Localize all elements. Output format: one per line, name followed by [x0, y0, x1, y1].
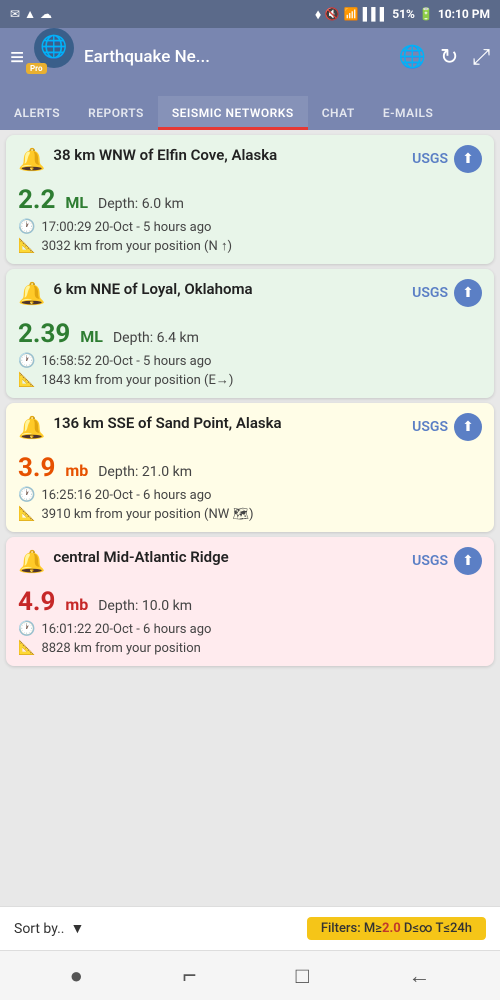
- time-display: 10:10 PM: [438, 7, 490, 21]
- distance-text: 1843 km from your position (E→): [41, 372, 233, 388]
- tab-chat[interactable]: CHAT: [308, 96, 369, 130]
- sort-dropdown-icon: ▼: [71, 920, 85, 937]
- tab-alerts[interactable]: ALERTS: [0, 96, 74, 130]
- earthquake-title: central Mid-Atlantic Ridge: [53, 548, 228, 568]
- distance-icon: 📐: [18, 238, 35, 254]
- home-nav-icon[interactable]: ●: [70, 963, 83, 989]
- signal-icon: ☁: [40, 7, 52, 21]
- back-nav-icon[interactable]: ←: [408, 963, 430, 989]
- filter-badge[interactable]: Filters: M≥2.0 D≤∞ T≤24h: [307, 917, 486, 940]
- earthquake-card: 🔔 136 km SSE of Sand Point, Alaska USGS …: [6, 403, 494, 532]
- location-icon: ⬧: [315, 7, 320, 22]
- globe-icon[interactable]: 🌐: [399, 45, 426, 70]
- distance-icon: 📐: [18, 640, 35, 656]
- filter-prefix: Filters: M≥: [321, 921, 382, 936]
- mute-icon: 🔇: [325, 7, 340, 21]
- filter-suffix: D≤∞ T≤24h: [401, 921, 472, 936]
- earthquake-card: 🔔 6 km NNE of Loyal, Oklahoma USGS ⬆ 2.3…: [6, 269, 494, 398]
- refresh-icon[interactable]: ↻: [440, 45, 458, 70]
- share-button[interactable]: ⬆: [454, 413, 482, 441]
- time-text: 16:01:22 20-Oct - 6 hours ago: [41, 622, 211, 637]
- distance-icon: 📐: [18, 372, 35, 388]
- magnitude-value: 2.39: [18, 319, 70, 349]
- earthquake-card: 🔔 38 km WNW of Elfin Cove, Alaska USGS ⬆…: [6, 135, 494, 264]
- menu-icon[interactable]: ≡: [10, 43, 24, 72]
- filter-magnitude: 2.0: [382, 921, 401, 936]
- source-label: USGS: [412, 419, 448, 435]
- earthquake-title: 6 km NNE of Loyal, Oklahoma: [53, 280, 252, 300]
- clock-icon: 🕐: [18, 219, 35, 235]
- magnitude-type: mb: [65, 595, 88, 614]
- magnitude-value: 4.9: [18, 587, 55, 617]
- status-left-icons: ✉ ▲ ☁: [10, 7, 52, 21]
- time-text: 16:25:16 20-Oct - 6 hours ago: [41, 488, 211, 503]
- app-header: ≡ 🌐 Pro Earthquake Ne... 🌐 ↻ ⤢: [0, 28, 500, 86]
- magnitude-value: 2.2: [18, 185, 55, 215]
- magnitude-value: 3.9: [18, 453, 55, 483]
- earthquake-card: 🔔 central Mid-Atlantic Ridge USGS ⬆ 4.9 m…: [6, 537, 494, 666]
- distance-text: 3032 km from your position (N ↑): [41, 238, 232, 254]
- share-button[interactable]: ⬆: [454, 145, 482, 173]
- earthquake-alert-icon: 🔔: [18, 416, 45, 441]
- earthquake-alert-icon: 🔔: [18, 282, 45, 307]
- depth-label: Depth: 6.0 km: [98, 196, 184, 212]
- app-logo-icon: 🌐: [34, 28, 74, 68]
- clock-icon: 🕐: [18, 353, 35, 369]
- message-icon: ✉: [10, 7, 20, 21]
- sort-bar: Sort by.. ▼ Filters: M≥2.0 D≤∞ T≤24h: [0, 906, 500, 950]
- magnitude-type: mb: [65, 461, 88, 480]
- app-title: Earthquake Ne...: [84, 47, 210, 67]
- depth-label: Depth: 10.0 km: [98, 598, 192, 614]
- battery-icon: 🔋: [419, 7, 434, 21]
- distance-text: 3910 km from your position (NW 🗺): [41, 507, 253, 522]
- tab-emails[interactable]: E-MAILS: [369, 96, 448, 130]
- wifi-icon: 📶: [344, 7, 359, 21]
- clock-icon: 🕐: [18, 621, 35, 637]
- navigation-bar: ● ⌐ □ ←: [0, 950, 500, 1000]
- earthquake-title: 136 km SSE of Sand Point, Alaska: [53, 414, 281, 434]
- upload-icon: ▲: [24, 7, 36, 21]
- earthquake-title: 38 km WNW of Elfin Cove, Alaska: [53, 146, 277, 166]
- tab-seismic-networks[interactable]: SEISMIC NETWORKS: [158, 96, 308, 130]
- sort-label: Sort by..: [14, 921, 65, 937]
- recents-nav-icon[interactable]: □: [296, 963, 309, 989]
- earthquake-alert-icon: 🔔: [18, 550, 45, 575]
- depth-label: Depth: 6.4 km: [113, 330, 199, 346]
- share-button[interactable]: ⬆: [454, 547, 482, 575]
- expand-icon[interactable]: ⤢: [472, 45, 490, 70]
- source-label: USGS: [412, 151, 448, 167]
- depth-label: Depth: 21.0 km: [98, 464, 192, 480]
- distance-icon: 📐: [18, 506, 35, 522]
- source-label: USGS: [412, 553, 448, 569]
- tab-reports[interactable]: REPORTS: [74, 96, 158, 130]
- status-right-icons: ⬧ 🔇 📶 ▌▌▌ 51% 🔋 10:10 PM: [315, 7, 490, 22]
- earthquake-list: 🔔 38 km WNW of Elfin Cove, Alaska USGS ⬆…: [0, 130, 500, 906]
- pro-badge: Pro: [26, 63, 46, 74]
- clock-icon: 🕐: [18, 487, 35, 503]
- battery-percent: 51%: [392, 7, 415, 21]
- magnitude-type: ML: [80, 327, 103, 346]
- recent-apps-nav-icon[interactable]: ⌐: [182, 961, 196, 990]
- magnitude-type: ML: [65, 193, 88, 212]
- tab-bar: ALERTS REPORTS SEISMIC NETWORKS CHAT E-M…: [0, 86, 500, 130]
- time-text: 17:00:29 20-Oct - 5 hours ago: [41, 220, 211, 235]
- signal-bars-icon: ▌▌▌: [363, 7, 389, 21]
- time-text: 16:58:52 20-Oct - 5 hours ago: [41, 354, 211, 369]
- status-bar: ✉ ▲ ☁ ⬧ 🔇 📶 ▌▌▌ 51% 🔋 10:10 PM: [0, 0, 500, 28]
- source-label: USGS: [412, 285, 448, 301]
- distance-text: 8828 km from your position: [41, 641, 200, 656]
- earthquake-alert-icon: 🔔: [18, 148, 45, 173]
- share-button[interactable]: ⬆: [454, 279, 482, 307]
- sort-button[interactable]: Sort by.. ▼: [14, 920, 84, 937]
